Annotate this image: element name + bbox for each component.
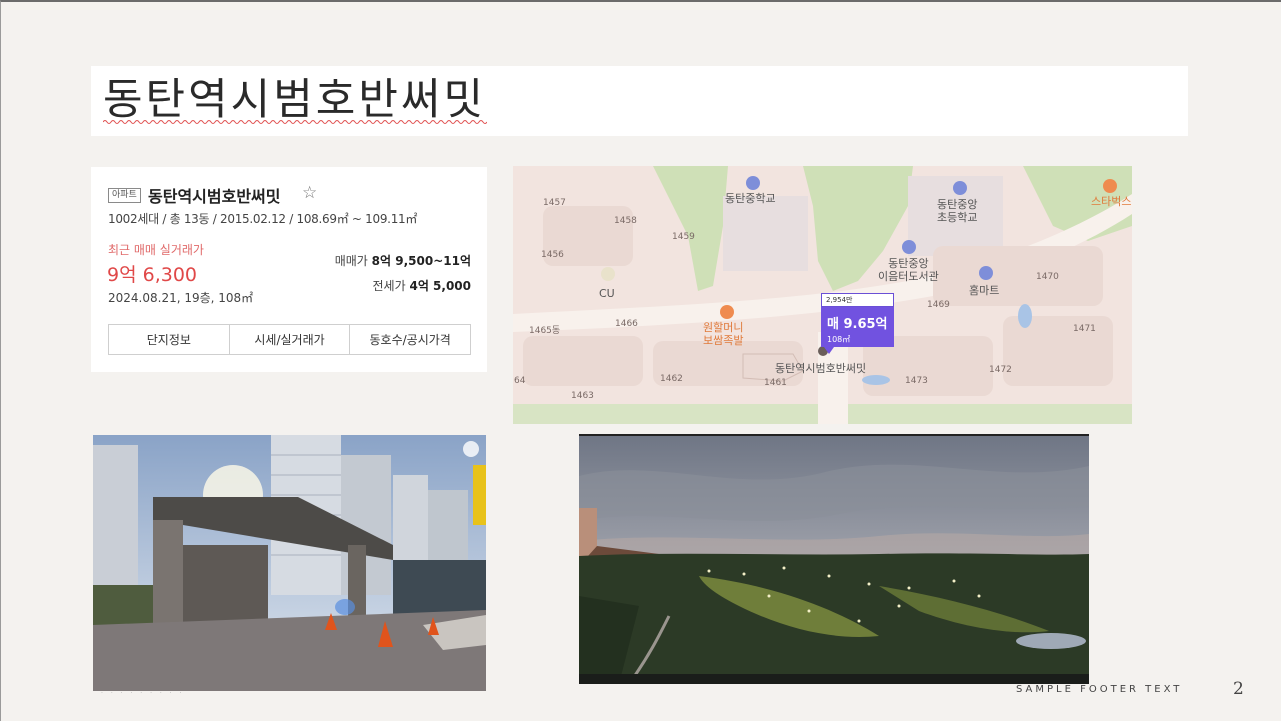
spellcheck-underline xyxy=(103,120,487,124)
pin-area: 108㎡ xyxy=(827,335,851,344)
pin-tail xyxy=(824,347,834,354)
lease-price-label: 전세가 xyxy=(372,279,406,293)
page-number: 2 xyxy=(1233,679,1244,699)
map-block-label: 1473 xyxy=(905,376,928,386)
map-block-label: 1461 xyxy=(764,378,787,388)
tab-market-price[interactable]: 시세/실거래가 xyxy=(229,325,351,354)
map-poi-restaurant[interactable]: 원할머니 보쌈족발 xyxy=(703,321,743,347)
slide: 동탄역시범호반써밋 아파트 동탄역시범호반써밋 ☆ 1002세대 / 총 13동… xyxy=(0,0,1281,721)
map-poi-line: 이음터도서관 xyxy=(878,270,939,283)
map-block-label: 1462 xyxy=(660,374,683,384)
map-poi-apartment[interactable]: 동탄역시범호반써밋 xyxy=(775,362,866,375)
entrance-street-view-photo[interactable] xyxy=(93,435,486,691)
map-block-label: 1457 xyxy=(543,198,566,208)
map-poi-line: 초등학교 xyxy=(937,211,978,224)
map-poi-cafe[interactable]: 스타벅스 xyxy=(1091,195,1131,208)
recent-sale-label: 최근 매매 실거래가 xyxy=(108,243,204,257)
map-poi-line: 원할머니 xyxy=(703,321,744,334)
pin-price-per-unit: 2,954만 xyxy=(821,293,894,307)
entrance-photo-image xyxy=(93,435,486,691)
property-type-badge: 아파트 xyxy=(108,188,141,203)
sale-price-range: 매매가 8억 9,500~11억 xyxy=(335,252,471,269)
pin-sale-price: 매 9.65억 xyxy=(827,317,888,332)
pin-body: 매 9.65억 108㎡ xyxy=(821,307,894,347)
map-block-label: 1459 xyxy=(672,232,695,242)
map-poi-line: 동탄중앙 xyxy=(888,257,929,270)
photo-caption: · · · · · · · · · xyxy=(101,690,185,697)
apartment-info-card: 아파트 동탄역시범호반써밋 ☆ 1002세대 / 총 13동 / 2015.02… xyxy=(91,167,487,372)
map-price-pin[interactable]: 2,954만 매 9.65억 108㎡ xyxy=(821,293,894,354)
recent-sale-price: 9억 6,300 xyxy=(107,264,198,286)
golf-photo-image xyxy=(579,436,1089,684)
map-block-label: 1472 xyxy=(989,365,1012,375)
recent-sale-date: 2024.08.21, 19층, 108㎡ xyxy=(108,291,254,305)
apartment-name[interactable]: 동탄역시범호반써밋 xyxy=(148,183,280,207)
location-map[interactable]: 1457 1458 1459 1456 1465동 1466 1462 1463… xyxy=(513,166,1132,424)
map-block-label: 1471 xyxy=(1073,324,1096,334)
map-block-label: 1469 xyxy=(927,300,950,310)
sale-price-label: 매매가 xyxy=(334,254,368,268)
title-bar: 동탄역시범호반써밋 xyxy=(91,66,1188,136)
map-poi-line: 동탄중앙 xyxy=(937,198,978,211)
sale-price-value: 8억 9,500~11억 xyxy=(371,254,471,268)
lease-price-value: 4억 5,000 xyxy=(409,279,471,293)
golf-course-view-photo[interactable] xyxy=(579,434,1089,684)
info-tabs: 단지정보 시세/실거래가 동호수/공시가격 xyxy=(108,324,471,355)
map-poi-convenience-store[interactable]: CU xyxy=(599,287,615,300)
apartment-meta: 1002세대 / 총 13동 / 2015.02.12 / 108.69㎡ ~ … xyxy=(108,212,418,226)
map-block-label: 1458 xyxy=(614,216,637,226)
map-block-label: 1470 xyxy=(1036,272,1059,282)
map-block-label: 1465동 xyxy=(529,326,561,336)
star-outline-icon[interactable]: ☆ xyxy=(302,183,317,203)
slide-footer: SAMPLE FOOTER TEXT xyxy=(1016,684,1183,695)
map-poi-library[interactable]: 동탄중앙 이음터도서관 xyxy=(878,257,939,283)
tab-complex-info[interactable]: 단지정보 xyxy=(109,325,230,354)
map-block-label: 1463 xyxy=(571,391,594,401)
map-poi-school[interactable]: 동탄중학교 xyxy=(725,192,776,205)
map-poi-mart[interactable]: 홈마트 xyxy=(969,284,999,297)
map-block-label: 64 xyxy=(514,376,526,386)
map-block-label: 1456 xyxy=(541,250,564,260)
map-poi-elementary-school[interactable]: 동탄중앙 초등학교 xyxy=(937,198,977,224)
map-block-label: 1466 xyxy=(615,319,638,329)
tab-unit-price[interactable]: 동호수/공시가격 xyxy=(350,325,471,354)
lease-price: 전세가 4억 5,000 xyxy=(373,277,471,294)
map-poi-line: 보쌈족발 xyxy=(703,334,744,347)
